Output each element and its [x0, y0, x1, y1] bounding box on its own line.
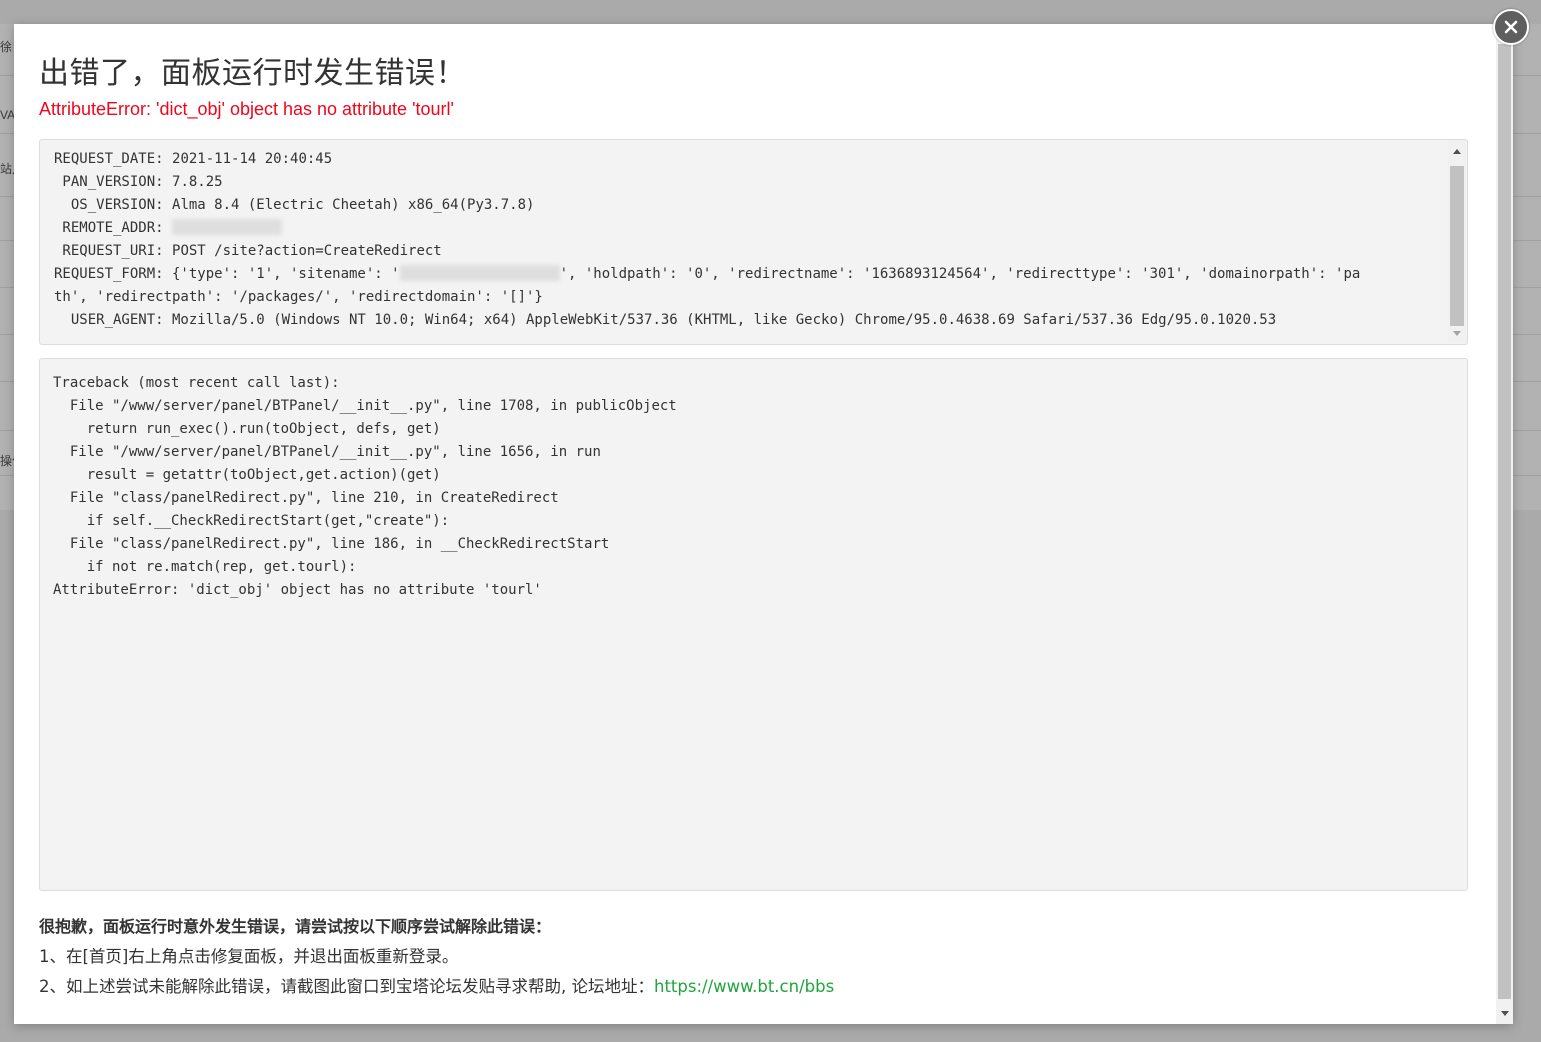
- os-version-label: OS_VERSION:: [54, 197, 173, 213]
- info-box-scroll-thumb[interactable]: [1450, 166, 1464, 326]
- traceback-line: File "/www/server/panel/BTPanel/__init__…: [53, 444, 601, 460]
- remote-addr-redacted: [172, 219, 283, 235]
- dialog-scroll-thumb[interactable]: [1498, 44, 1511, 999]
- pan-version-value: 7.8.25: [172, 174, 223, 190]
- traceback-line: File "class/panelRedirect.py", line 186,…: [53, 536, 610, 552]
- close-button[interactable]: [1493, 9, 1529, 45]
- request-uri-label: REQUEST_URI:: [54, 243, 173, 259]
- traceback-line: return run_exec().run(toObject, defs, ge…: [53, 421, 441, 437]
- request-form-line-2: th', 'redirectpath': '/packages/', 'redi…: [54, 289, 543, 305]
- info-box-scrollbar[interactable]: [1448, 141, 1466, 343]
- traceback-line: File "/www/server/panel/BTPanel/__init__…: [53, 398, 677, 414]
- os-version-line: OS_VERSION: Alma 8.4 (Electric Cheetah) …: [54, 194, 1453, 217]
- request-date-line: REQUEST_DATE: 2021-11-14 20:40:45: [54, 148, 1453, 171]
- traceback-line: Traceback (most recent call last):: [53, 375, 340, 391]
- scroll-down-arrow-icon[interactable]: [1496, 1005, 1513, 1022]
- pan-version-line: PAN_VERSION: 7.8.25: [54, 171, 1453, 194]
- error-summary: AttributeError: 'dict_obj' object has no…: [39, 99, 454, 119]
- request-info-box[interactable]: REQUEST_DATE: 2021-11-14 20:40:45 PAN_VE…: [39, 139, 1468, 345]
- request-form-prefix: REQUEST_FORM: {'type': '1', 'sitename': …: [54, 266, 400, 282]
- request-date-value: 2021-11-14 20:40:45: [172, 151, 333, 167]
- request-date-label: REQUEST_DATE:: [54, 151, 173, 167]
- traceback-line: if self.__CheckRedirectStart(get,"create…: [53, 513, 450, 529]
- help-step-1: 1、在[首页]右上角点击修复面板，并退出面板重新登录。: [39, 947, 459, 966]
- traceback-box[interactable]: Traceback (most recent call last): File …: [39, 358, 1468, 891]
- help-heading: 很抱歉，面板运行时意外发生错误，请尝试按以下顺序尝试解除此错误：: [39, 917, 552, 936]
- scroll-down-arrow-icon[interactable]: [1448, 325, 1466, 341]
- traceback-line: result = getattr(toObject,get.action)(ge…: [53, 467, 441, 483]
- help-section: 很抱歉，面板运行时意外发生错误，请尝试按以下顺序尝试解除此错误： 1、在[首页]…: [39, 912, 834, 1002]
- forum-link[interactable]: https://www.bt.cn/bbs: [654, 977, 834, 996]
- traceback-line: AttributeError: 'dict_obj' object has no…: [53, 582, 542, 598]
- traceback-line: File "class/panelRedirect.py", line 210,…: [53, 490, 559, 506]
- request-form-suffix: ', 'holdpath': '0', 'redirectname': '163…: [559, 266, 1361, 282]
- dialog-content: 出错了，面板运行时发生错误！ AttributeError: 'dict_obj…: [14, 24, 1496, 1024]
- dialog-scrollbar[interactable]: [1496, 24, 1513, 1024]
- scroll-up-arrow-icon[interactable]: [1448, 143, 1466, 159]
- traceback-line: if not re.match(rep, get.tourl):: [53, 559, 357, 575]
- request-uri-line: REQUEST_URI: POST /site?action=CreateRed…: [54, 240, 1453, 263]
- user-agent-line: USER_AGENT: Mozilla/5.0 (Windows NT 10.0…: [54, 312, 1277, 328]
- error-dialog: 出错了，面板运行时发生错误！ AttributeError: 'dict_obj…: [14, 24, 1513, 1024]
- remote-addr-label: REMOTE_ADDR:: [54, 220, 173, 236]
- remote-addr-line: REMOTE_ADDR:: [54, 217, 1453, 240]
- sitename-redacted: [399, 265, 560, 281]
- help-step-2-text: 2、如上述尝试未能解除此错误，请截图此窗口到宝塔论坛发贴寻求帮助, 论坛地址：: [39, 977, 654, 996]
- help-step-2: 2、如上述尝试未能解除此错误，请截图此窗口到宝塔论坛发贴寻求帮助, 论坛地址：h…: [39, 972, 834, 1002]
- request-form-line: REQUEST_FORM: {'type': '1', 'sitename': …: [54, 263, 1453, 286]
- request-uri-value: POST /site?action=CreateRedirect: [172, 243, 442, 259]
- close-icon: [1504, 20, 1518, 34]
- os-version-value: Alma 8.4 (Electric Cheetah) x86_64(Py3.7…: [172, 197, 535, 213]
- pan-version-label: PAN_VERSION:: [54, 174, 173, 190]
- dialog-title: 出错了，面板运行时发生错误！: [39, 56, 466, 91]
